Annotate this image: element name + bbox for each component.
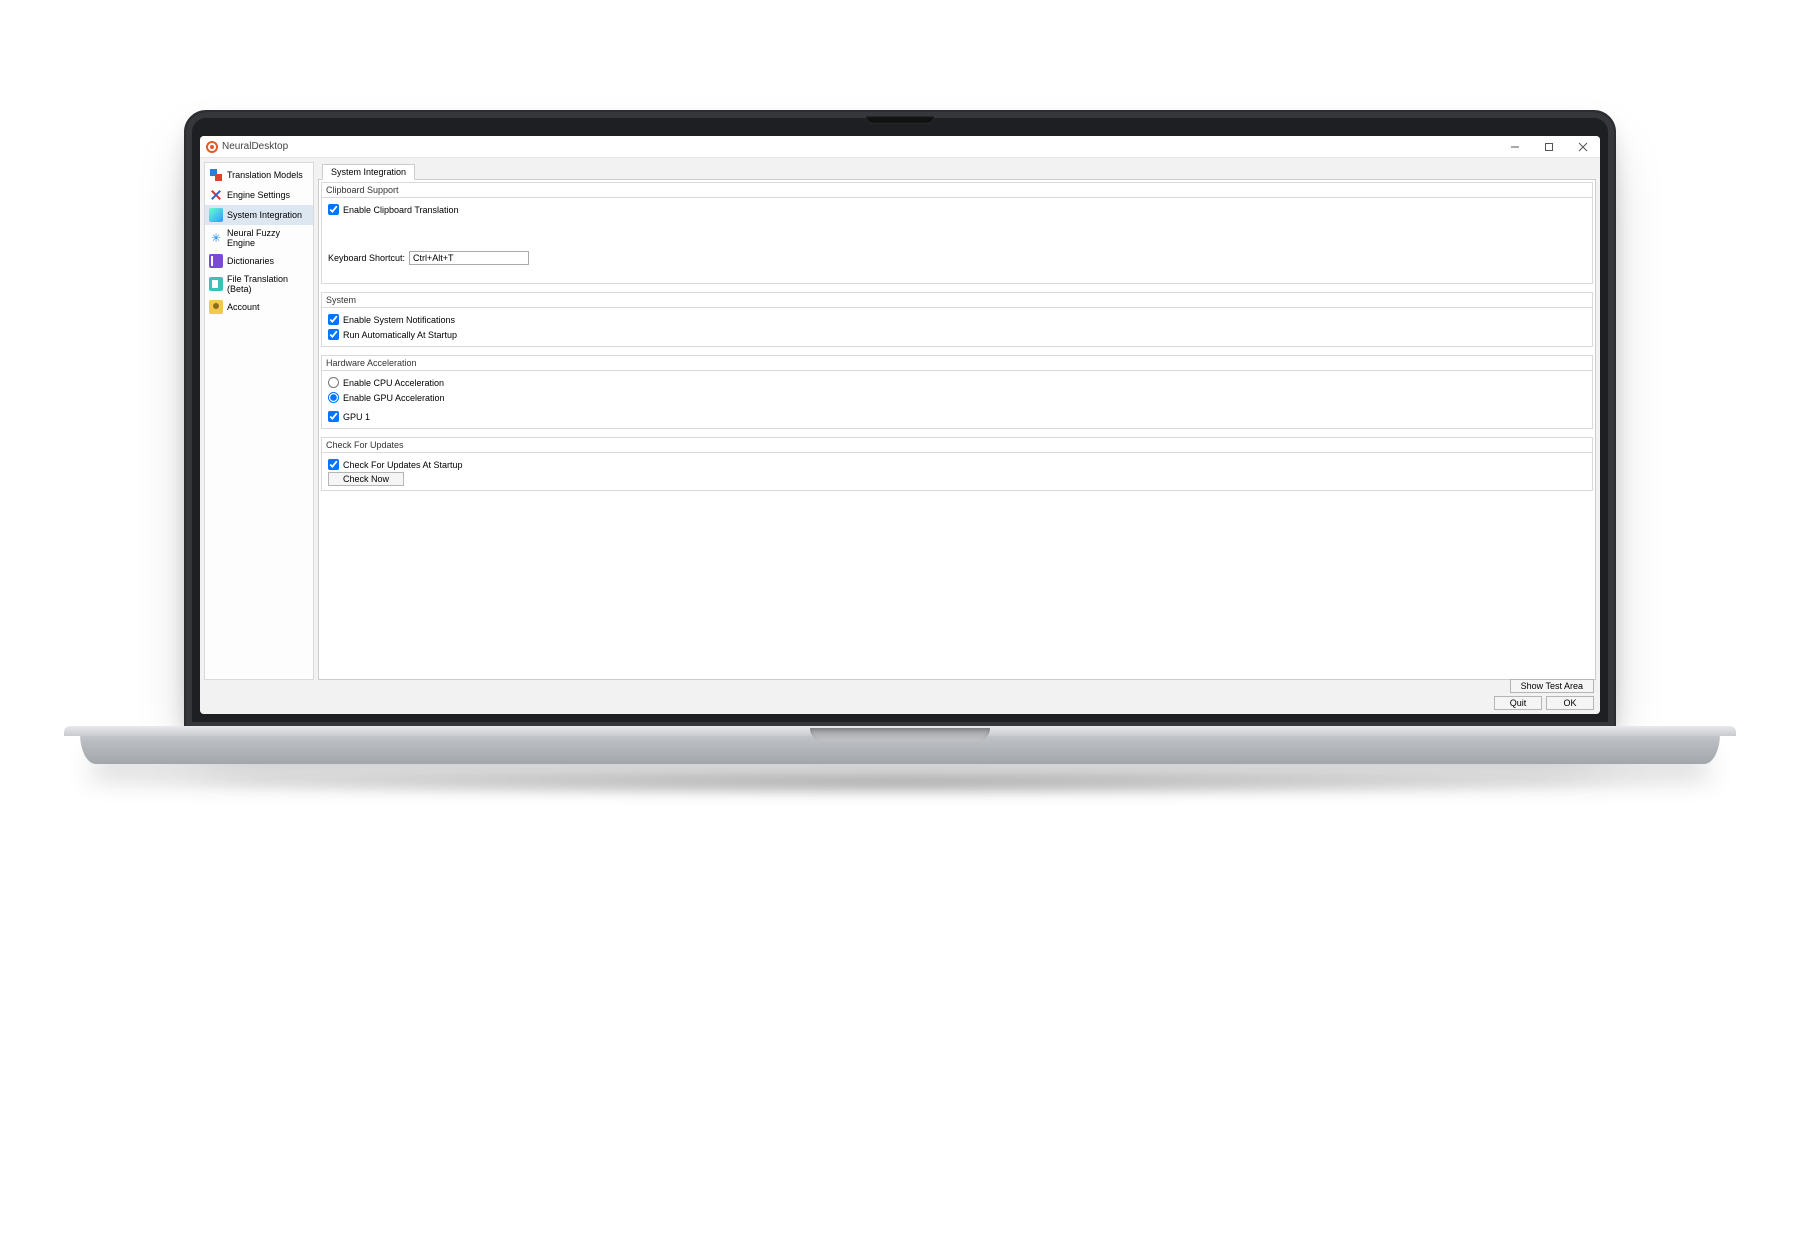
sidebar-item-label: Engine Settings <box>227 190 290 200</box>
file-translation-icon <box>209 277 223 291</box>
laptop-notch <box>810 728 990 742</box>
sidebar-item-label: Account <box>227 302 260 312</box>
tab-bar: System Integration <box>318 162 1596 180</box>
keyboard-shortcut-input[interactable] <box>409 251 529 265</box>
group-system: System Enable System Notifications Run A… <box>321 292 1593 347</box>
stage: NeuralDesktop <box>0 0 1800 1236</box>
tab-system-integration[interactable]: System Integration <box>322 164 415 180</box>
enable-clipboard-translation[interactable]: Enable Clipboard Translation <box>328 202 1586 217</box>
laptop-camera <box>865 116 935 124</box>
window-body: Translation Models Engine Settings Syste… <box>200 158 1600 684</box>
run-at-startup-checkbox[interactable] <box>328 329 339 340</box>
checkbox-label: Run Automatically At Startup <box>343 330 457 340</box>
sidebar-item-neural-fuzzy-engine[interactable]: Neural Fuzzy Engine <box>205 225 313 251</box>
sidebar-item-translation-models[interactable]: Translation Models <box>205 165 313 185</box>
group-title: System <box>322 293 1592 308</box>
quit-button[interactable]: Quit <box>1494 696 1542 710</box>
maximize-button[interactable] <box>1532 136 1566 158</box>
radio-label: Enable CPU Acceleration <box>343 378 444 388</box>
radio-label: Enable GPU Acceleration <box>343 393 445 403</box>
laptop-base <box>80 728 1720 764</box>
engine-settings-icon <box>209 188 223 202</box>
cpu-accel-radio[interactable] <box>328 377 339 388</box>
checkbox-label: Enable System Notifications <box>343 315 455 325</box>
run-at-startup[interactable]: Run Automatically At Startup <box>328 327 1586 342</box>
checkbox-label: GPU 1 <box>343 412 370 422</box>
ok-button[interactable]: OK <box>1546 696 1594 710</box>
group-title: Hardware Acceleration <box>322 356 1592 371</box>
main-area: System Integration Clipboard Support Ena… <box>318 162 1596 680</box>
system-integration-icon <box>209 208 223 222</box>
check-now-button[interactable]: Check Now <box>328 472 404 486</box>
minimize-button[interactable] <box>1498 136 1532 158</box>
sidebar-item-label: Neural Fuzzy Engine <box>227 228 309 248</box>
settings-panel: Clipboard Support Enable Clipboard Trans… <box>318 180 1596 680</box>
sidebar-item-system-integration[interactable]: System Integration <box>205 205 313 225</box>
sidebar-item-engine-settings[interactable]: Engine Settings <box>205 185 313 205</box>
enable-gpu-acceleration[interactable]: Enable GPU Acceleration <box>328 390 1586 405</box>
sidebar: Translation Models Engine Settings Syste… <box>204 162 314 680</box>
footer: Show Test Area Quit OK <box>200 684 1600 714</box>
group-check-for-updates: Check For Updates Check For Updates At S… <box>321 437 1593 491</box>
group-hardware-acceleration: Hardware Acceleration Enable CPU Acceler… <box>321 355 1593 429</box>
keyboard-shortcut-label: Keyboard Shortcut: <box>328 253 405 263</box>
check-updates-at-startup[interactable]: Check For Updates At Startup <box>328 457 1586 472</box>
enable-notifications-checkbox[interactable] <box>328 314 339 325</box>
account-icon <box>209 300 223 314</box>
enable-system-notifications[interactable]: Enable System Notifications <box>328 312 1586 327</box>
show-test-area-button[interactable]: Show Test Area <box>1510 679 1594 693</box>
titlebar: NeuralDesktop <box>200 136 1600 158</box>
check-updates-startup-checkbox[interactable] <box>328 459 339 470</box>
sidebar-item-label: Dictionaries <box>227 256 274 266</box>
window-title: NeuralDesktop <box>222 141 288 152</box>
laptop-shadow <box>110 768 1690 798</box>
window-buttons <box>1498 136 1600 158</box>
enable-clipboard-checkbox[interactable] <box>328 204 339 215</box>
sidebar-item-label: Translation Models <box>227 170 303 180</box>
gpu-1-option[interactable]: GPU 1 <box>328 409 1586 424</box>
neural-fuzzy-icon <box>209 231 223 245</box>
app-icon <box>206 141 218 153</box>
sidebar-item-account[interactable]: Account <box>205 297 313 317</box>
sidebar-item-file-translation[interactable]: File Translation (Beta) <box>205 271 313 297</box>
sidebar-item-label: File Translation (Beta) <box>227 274 309 294</box>
spacer <box>328 217 1586 251</box>
app-window: NeuralDesktop <box>200 136 1600 714</box>
gpu-1-checkbox[interactable] <box>328 411 339 422</box>
group-title: Check For Updates <box>322 438 1592 453</box>
dictionaries-icon <box>209 254 223 268</box>
group-title: Clipboard Support <box>322 183 1592 198</box>
close-button[interactable] <box>1566 136 1600 158</box>
checkbox-label: Check For Updates At Startup <box>343 460 463 470</box>
enable-cpu-acceleration[interactable]: Enable CPU Acceleration <box>328 375 1586 390</box>
checkbox-label: Enable Clipboard Translation <box>343 205 459 215</box>
translation-models-icon <box>209 168 223 182</box>
sidebar-item-dictionaries[interactable]: Dictionaries <box>205 251 313 271</box>
gpu-accel-radio[interactable] <box>328 392 339 403</box>
group-clipboard-support: Clipboard Support Enable Clipboard Trans… <box>321 182 1593 284</box>
laptop-lid: NeuralDesktop <box>184 110 1616 730</box>
sidebar-item-label: System Integration <box>227 210 302 220</box>
